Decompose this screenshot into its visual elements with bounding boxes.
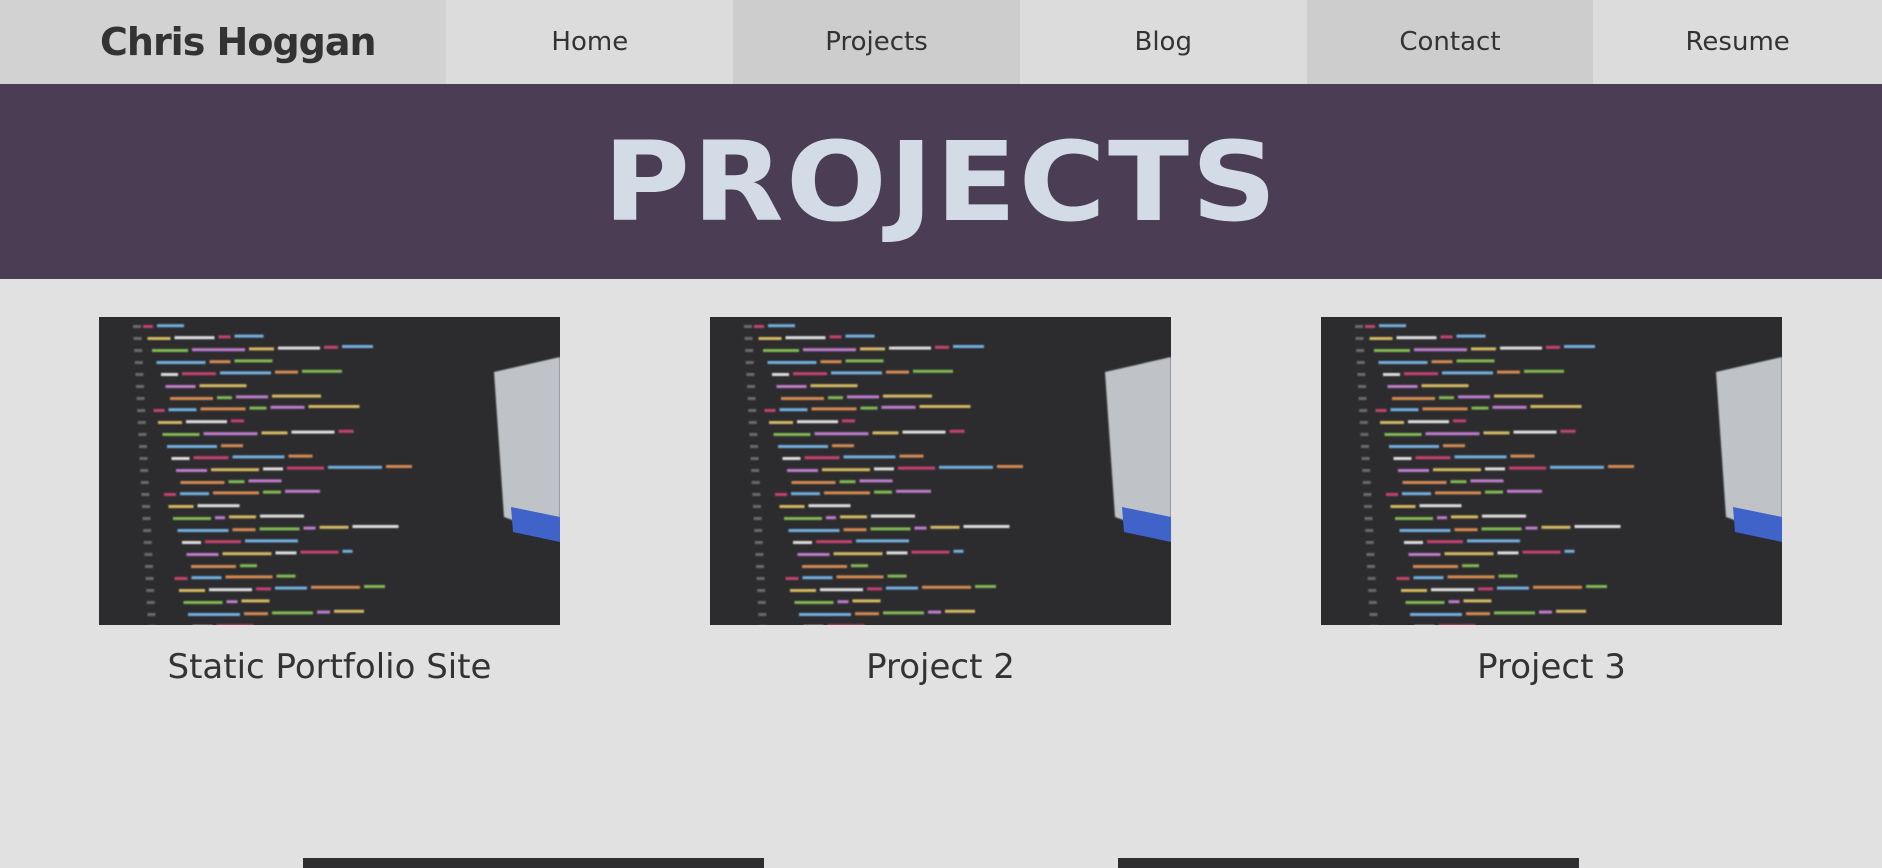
hero-banner: PROJECTS [0, 84, 1882, 279]
project-thumbnail[interactable] [1118, 858, 1579, 868]
nav-item-blog[interactable]: Blog [1019, 0, 1307, 84]
project-thumbnail[interactable] [303, 858, 764, 868]
project-title[interactable]: Project 3 [1321, 647, 1782, 687]
page-title: PROJECTS [603, 117, 1279, 246]
brand-name[interactable]: Chris Hoggan [0, 0, 447, 84]
project-title[interactable]: Project 2 [710, 647, 1171, 687]
top-navigation: Chris Hoggan Home Projects Blog Contact … [0, 0, 1882, 84]
project-card[interactable]: Static Portfolio Site [99, 317, 560, 687]
nav-item-contact[interactable]: Contact [1306, 0, 1594, 84]
nav-item-home[interactable]: Home [446, 0, 734, 84]
project-card[interactable]: Project 2 [710, 317, 1171, 687]
project-thumbnail[interactable] [1321, 317, 1782, 625]
project-thumbnail[interactable] [710, 317, 1171, 625]
nav-item-resume[interactable]: Resume [1593, 0, 1882, 84]
project-thumbnail[interactable] [99, 317, 560, 625]
project-card[interactable]: Project 3 [1321, 317, 1782, 687]
project-title[interactable]: Static Portfolio Site [99, 647, 560, 687]
nav-item-projects[interactable]: Projects [733, 0, 1020, 84]
